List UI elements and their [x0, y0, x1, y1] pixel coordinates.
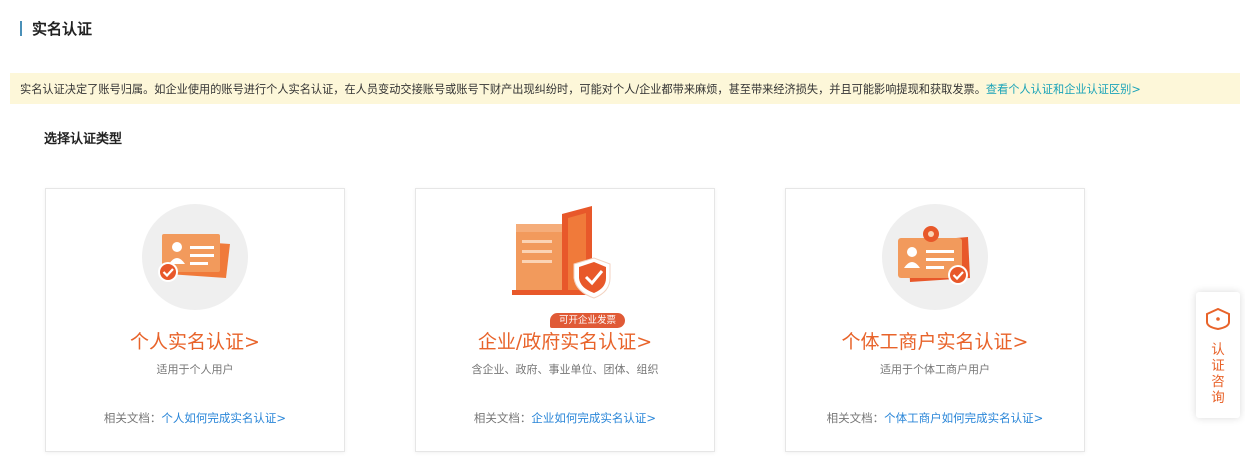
title-accent-bar [20, 20, 22, 36]
card-personal[interactable]: 个人实名认证> 适用于个人用户 相关文档：个人如何完成实名认证> [45, 188, 345, 452]
doc-row: 相关文档：个人如何完成实名认证> [46, 410, 344, 426]
card-desc: 含企业、政府、事业单位、团体、组织 [471, 363, 659, 376]
doc-link[interactable]: 个体工商户如何完成实名认证> [884, 411, 1043, 425]
card-desc: 适用于个人用户 [156, 363, 234, 376]
enterprise-building-icon [510, 204, 620, 314]
doc-label: 相关文档： [103, 411, 162, 425]
page-title: 实名认证 [32, 19, 93, 38]
page-header: 实名认证 [20, 17, 92, 39]
card-desc: 适用于个体工商户用户 [880, 363, 990, 376]
card-title[interactable]: 个人实名认证> [46, 327, 344, 354]
doc-label: 相关文档： [473, 411, 532, 425]
compare-link[interactable]: 查看个人认证和企业认证区别> [986, 81, 1141, 97]
doc-link[interactable]: 企业如何完成实名认证> [531, 411, 656, 425]
personal-id-card-icon [142, 204, 248, 310]
card-title[interactable]: 企业/政府实名认证> [416, 327, 714, 354]
notice-banner: 实名认证决定了账号归属。如企业使用的账号进行个人实名认证，在人员变动交接账号或账… [10, 73, 1240, 104]
doc-row: 相关文档：个体工商户如何完成实名认证> [786, 410, 1084, 426]
card-individual-business[interactable]: 个体工商户实名认证> 适用于个体工商户用户 相关文档：个体工商户如何完成实名认证… [785, 188, 1085, 452]
invoice-badge: 可开企业发票 [550, 313, 626, 328]
card-title[interactable]: 个体工商户实名认证> [786, 327, 1084, 354]
doc-link[interactable]: 个人如何完成实名认证> [161, 411, 286, 425]
consult-shield-icon [1205, 307, 1231, 334]
doc-label: 相关文档： [826, 411, 885, 425]
card-enterprise[interactable]: 可开企业发票 企业/政府实名认证> 含企业、政府、事业单位、团体、组织 相关文档… [415, 188, 715, 452]
consult-float-button[interactable]: 认证咨询 [1196, 292, 1240, 418]
section-title: 选择认证类型 [44, 132, 123, 147]
consult-label: 认证咨询 [1211, 342, 1225, 406]
business-license-icon [882, 204, 988, 310]
doc-row: 相关文档：企业如何完成实名认证> [416, 410, 714, 426]
notice-text: 实名认证决定了账号归属。如企业使用的账号进行个人实名认证，在人员变动交接账号或账… [20, 82, 986, 96]
